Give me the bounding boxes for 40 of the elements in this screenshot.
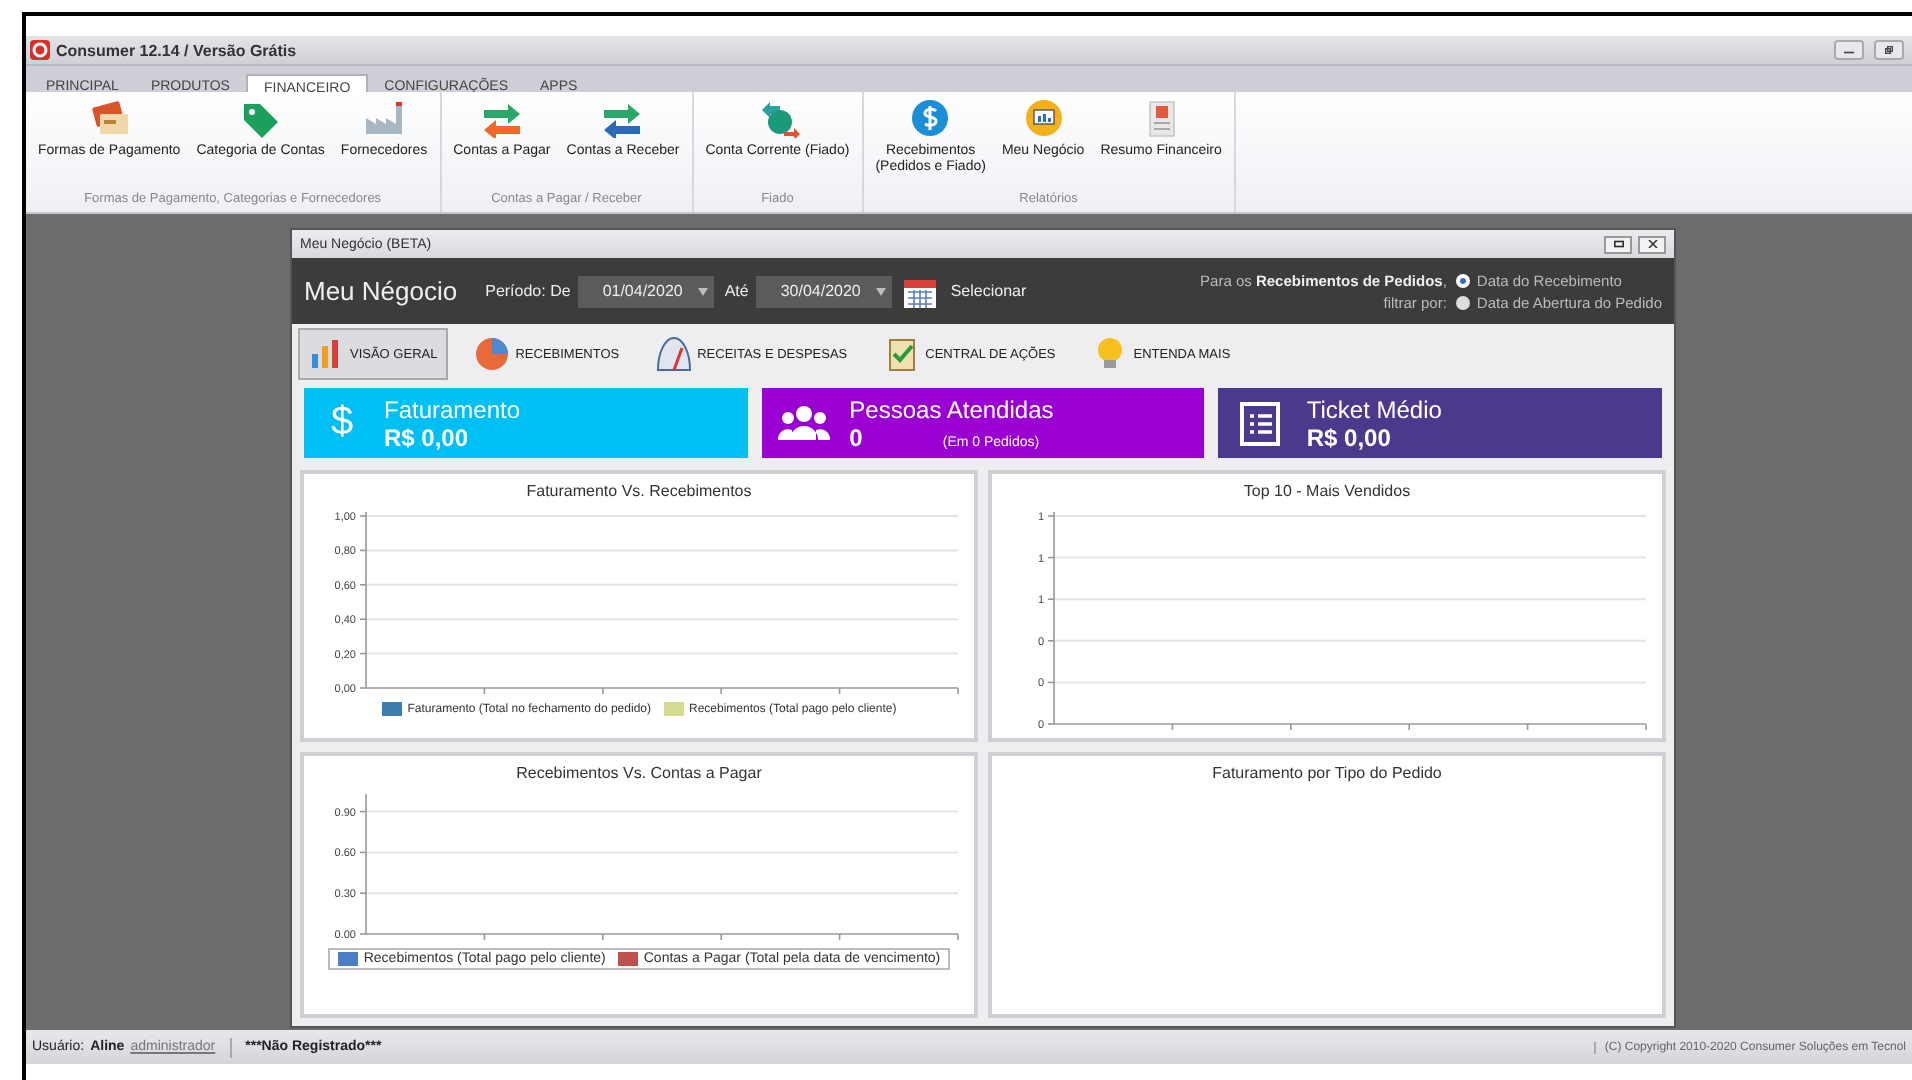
- minimize-icon: [1844, 46, 1854, 54]
- app-logo-icon: [30, 40, 50, 60]
- restore-icon: [1613, 240, 1623, 248]
- pie-chart-icon: [473, 336, 510, 372]
- caret-icon: [876, 287, 887, 295]
- kpi-title: Faturamento: [384, 395, 521, 423]
- period-label: Período: De: [485, 282, 571, 300]
- restore-button[interactable]: [1604, 235, 1632, 253]
- restore-icon: [1884, 46, 1894, 54]
- close-icon: [1647, 240, 1657, 248]
- arrows-icon: [600, 98, 645, 138]
- chart-title: Faturamento Vs. Recebimentos: [526, 482, 752, 500]
- date-field[interactable]: 30/04/2020: [756, 275, 893, 307]
- until-label: Até: [724, 282, 749, 300]
- tag-icon: [238, 98, 283, 138]
- caret-icon: [698, 287, 709, 295]
- kpi-title: Pessoas Atendidas: [849, 395, 1054, 423]
- arrows-icon: [479, 98, 524, 138]
- kpi-title: Ticket Médio: [1306, 395, 1442, 423]
- clipboard-check-icon: [883, 336, 920, 372]
- restore-button[interactable]: [1874, 40, 1904, 60]
- kpi-value: 0: [849, 423, 863, 451]
- dollar-icon: [908, 98, 953, 138]
- dollar-sign: $: [328, 400, 356, 446]
- kpi-value: R$ 0,00: [1306, 423, 1391, 451]
- gauge-icon: [655, 336, 692, 372]
- card-icon: [87, 98, 132, 138]
- chart-title: Top 10 - Mais Vendidos: [1243, 482, 1411, 500]
- chart-title: Faturamento por Tipo do Pedido: [1212, 764, 1442, 782]
- y-axis: [358, 793, 366, 935]
- chart-icon: [1021, 98, 1066, 138]
- select-button[interactable]: Selecionar: [902, 273, 1027, 309]
- chart-title: Recebimentos Vs. Contas a Pagar: [516, 764, 762, 782]
- close-button[interactable]: [1638, 235, 1666, 253]
- factory-icon: [362, 98, 407, 138]
- bar-chart-icon: [308, 336, 344, 372]
- kpi-value: R$ 0,00: [384, 423, 469, 451]
- date-field[interactable]: 01/04/2020: [578, 275, 715, 307]
- window-title: Consumer 12.14 / Versão Grátis: [56, 41, 299, 59]
- page-heading: Meu Négocio: [304, 276, 458, 306]
